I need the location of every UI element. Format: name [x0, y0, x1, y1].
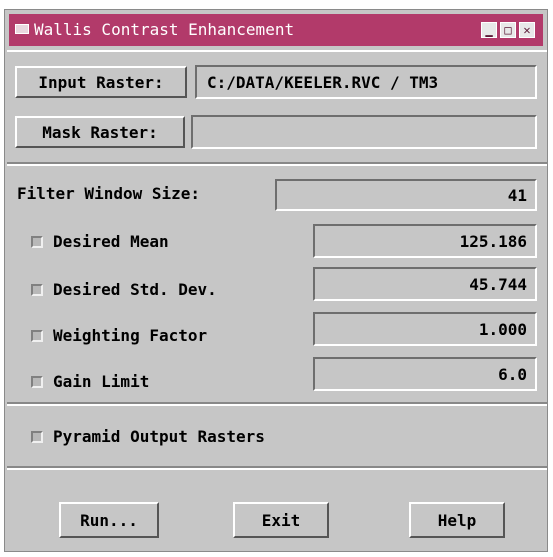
desired-mean-field[interactable]: 125.186: [313, 224, 537, 258]
raster-section: Input Raster: C:/DATA/KEELER.RVC / TM3 M…: [7, 50, 547, 164]
filter-window-label: Filter Window Size:: [17, 184, 201, 203]
desired-mean-label: Desired Mean: [53, 232, 169, 251]
window-title: Wallis Contrast Enhancement: [34, 20, 295, 39]
close-icon[interactable]: ✕: [519, 22, 535, 38]
actions-section: Run... Exit Help: [7, 468, 547, 550]
pyramid-checkbox[interactable]: [31, 431, 43, 443]
input-raster-field[interactable]: C:/DATA/KEELER.RVC / TM3: [195, 65, 537, 99]
maximize-icon[interactable]: □: [500, 22, 516, 38]
gain-limit-label: Gain Limit: [53, 372, 150, 391]
wallis-dialog: Wallis Contrast Enhancement ▁ □ ✕ Input …: [4, 9, 548, 552]
minimize-icon[interactable]: ▁: [481, 22, 497, 38]
exit-button[interactable]: Exit: [233, 502, 329, 538]
desired-std-dev-checkbox[interactable]: [31, 284, 43, 296]
desired-std-dev-field[interactable]: 45.744: [313, 267, 537, 301]
gain-limit-field[interactable]: 6.0: [313, 357, 537, 391]
input-raster-button[interactable]: Input Raster:: [15, 66, 187, 98]
run-button[interactable]: Run...: [59, 502, 159, 538]
mask-raster-field[interactable]: [191, 115, 537, 149]
desired-mean-checkbox[interactable]: [31, 236, 43, 248]
desired-std-dev-label: Desired Std. Dev.: [53, 280, 217, 299]
filter-window-field[interactable]: 41: [275, 179, 537, 211]
title-bar[interactable]: Wallis Contrast Enhancement ▁ □ ✕: [9, 14, 543, 46]
pyramid-label: Pyramid Output Rasters: [53, 427, 265, 446]
weighting-factor-label: Weighting Factor: [53, 326, 208, 345]
weighting-factor-checkbox[interactable]: [31, 330, 43, 342]
window-menu-icon[interactable]: [15, 24, 29, 34]
gain-limit-checkbox[interactable]: [31, 376, 43, 388]
parameters-section: Filter Window Size: 41 Desired Mean 125.…: [7, 164, 547, 404]
help-button[interactable]: Help: [409, 502, 505, 538]
options-section: Pyramid Output Rasters: [7, 404, 547, 468]
weighting-factor-field[interactable]: 1.000: [313, 312, 537, 346]
mask-raster-button[interactable]: Mask Raster:: [15, 116, 185, 148]
